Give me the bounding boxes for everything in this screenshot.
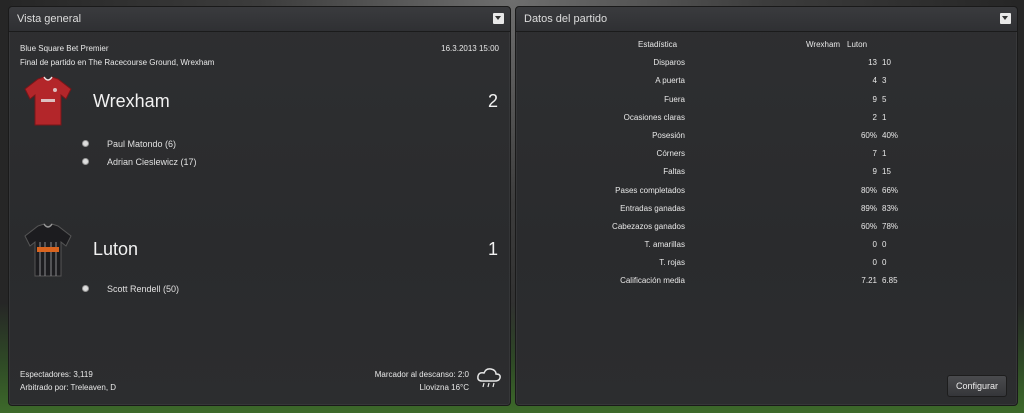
stat-home-value: 89% (860, 203, 877, 213)
stat-label: Posesión (652, 130, 685, 140)
stat-row: Pases completados 80% 66% (516, 183, 1017, 201)
home-team-name[interactable]: Wrexham (93, 91, 170, 112)
stat-row: Córners 7 1 (516, 146, 1017, 164)
halftime-score: Marcador al descanso: 2:0 (374, 370, 469, 379)
stat-home-value: 60% (860, 130, 877, 140)
stat-home-value: 4 (872, 76, 877, 86)
stat-row: T. amarillas 0 0 (516, 237, 1017, 255)
stats-table: Estadística Wrexham Luton Disparos 13 10 A … (516, 37, 1017, 292)
stats-menu-dropdown-icon[interactable] (1000, 13, 1011, 24)
stat-home-value: 9 (872, 94, 877, 104)
rain-cloud-icon (477, 368, 501, 388)
stat-home-value: 13 (868, 58, 877, 68)
stat-away-value: 83% (882, 203, 899, 213)
stat-home-value: 2 (872, 112, 877, 122)
goal-ball-icon (82, 285, 89, 292)
referee[interactable]: Arbitrado por: Treleaven, D (20, 383, 116, 392)
stat-away-value: 1 (882, 112, 887, 122)
stats-header-away: Luton (847, 40, 868, 49)
stat-label: Pases completados (615, 185, 685, 195)
stat-away-value: 0 (882, 258, 887, 268)
stat-label: T. rojas (659, 258, 685, 268)
stat-row: Posesión 60% 40% (516, 128, 1017, 146)
home-kit-shirt-icon (24, 76, 72, 126)
stat-label: Córners (656, 149, 685, 159)
stats-header-row: Estadística Wrexham Luton (516, 37, 1017, 55)
overview-title: Vista general (17, 13, 82, 25)
overview-panel: Vista general Blue Square Bet Premier 16… (8, 6, 511, 406)
stat-label: Ocasiones claras (623, 112, 685, 122)
home-scorer-1[interactable]: Paul Matondo (6) (107, 139, 176, 149)
stat-label: Cabezazos ganados (612, 221, 685, 231)
stat-row: Cabezazos ganados 60% 78% (516, 219, 1017, 237)
configure-button[interactable]: Configurar (947, 375, 1007, 397)
away-kit-shirt-icon (24, 223, 72, 277)
stat-label: Entradas ganadas (620, 203, 685, 213)
stat-label: A puerta (655, 76, 685, 86)
goal-ball-icon (82, 140, 89, 147)
stat-away-value: 1 (882, 149, 887, 159)
stat-row: Disparos 13 10 (516, 55, 1017, 73)
overview-panel-header: Vista general (9, 7, 510, 32)
stats-header-home: Wrexham (806, 40, 841, 49)
goal-ball-icon (82, 158, 89, 165)
stat-away-value: 15 (882, 167, 891, 177)
stat-label: Faltas (663, 167, 685, 177)
stat-home-value: 9 (872, 167, 877, 177)
match-venue: Final de partido en The Racecourse Groun… (20, 58, 215, 67)
stat-home-value: 80% (860, 185, 877, 195)
stats-header-label: Estadística (638, 40, 678, 49)
stat-row: Faltas 9 15 (516, 164, 1017, 182)
home-scorer-2[interactable]: Adrian Cieslewicz (17) (107, 157, 197, 167)
overview-menu-dropdown-icon[interactable] (493, 13, 504, 24)
stat-row: Entradas ganadas 89% 83% (516, 201, 1017, 219)
stat-row: Fuera 9 5 (516, 92, 1017, 110)
stat-away-value: 6.85 (882, 276, 898, 286)
competition-name: Blue Square Bet Premier (20, 44, 109, 53)
stat-home-value: 7.21 (861, 276, 877, 286)
away-team-name[interactable]: Luton (93, 239, 138, 260)
stat-label: Fuera (664, 94, 685, 104)
stat-home-value: 60% (860, 221, 877, 231)
stat-row: Calificación media 7.21 6.85 (516, 273, 1017, 291)
stat-label: Disparos (653, 58, 685, 68)
stats-title: Datos del partido (524, 13, 608, 25)
match-datetime: 16.3.2013 15:00 (441, 44, 499, 53)
stat-away-value: 66% (882, 185, 899, 195)
match-stats-panel: Datos del partido Estadística Wrexham Lu… (515, 6, 1018, 406)
stats-panel-header: Datos del partido (516, 7, 1017, 32)
stat-away-value: 10 (882, 58, 891, 68)
away-scorer-1[interactable]: Scott Rendell (50) (107, 284, 179, 294)
stat-away-value: 40% (882, 130, 899, 140)
stat-row: A puerta 4 3 (516, 73, 1017, 91)
stat-label: T. amarillas (644, 240, 685, 250)
stat-home-value: 0 (872, 258, 877, 268)
stat-label: Calificación media (620, 276, 685, 286)
stat-away-value: 0 (882, 240, 887, 250)
stat-away-value: 78% (882, 221, 899, 231)
stat-row: Ocasiones claras 2 1 (516, 110, 1017, 128)
stat-home-value: 7 (872, 149, 877, 159)
home-team-score: 2 (487, 91, 498, 111)
weather-text: Llovizna 16°C (419, 383, 469, 392)
attendance: Espectadores: 3,119 (20, 370, 93, 379)
away-team-score: 1 (487, 239, 498, 259)
stat-away-value: 3 (882, 76, 887, 86)
stat-row: T. rojas 0 0 (516, 255, 1017, 273)
stat-home-value: 0 (872, 240, 877, 250)
stat-away-value: 5 (882, 94, 887, 104)
